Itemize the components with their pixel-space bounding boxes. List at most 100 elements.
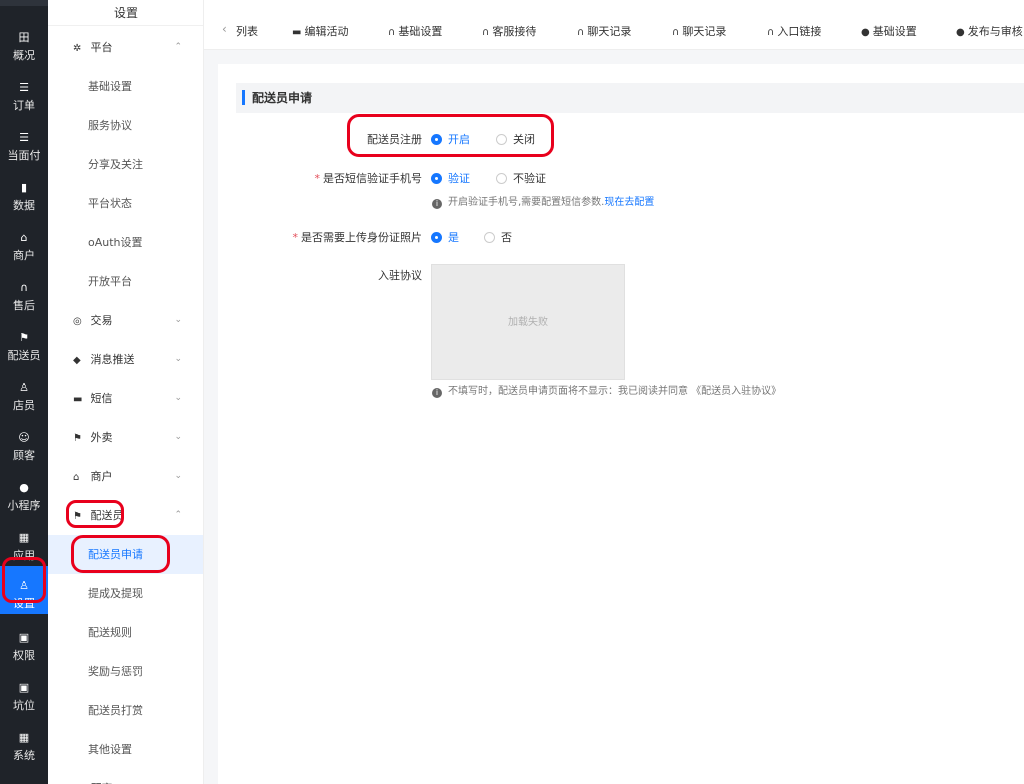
rail-item-slots[interactable]: ▣ 坑位 xyxy=(0,668,48,716)
trade-icon: ◎ xyxy=(73,316,82,327)
tab-basic-settings-2[interactable]: ● 基础设置 xyxy=(861,22,917,42)
wechat-icon: ● xyxy=(861,27,870,38)
rail-item-face-pay[interactable]: ☰ 当面付 xyxy=(0,118,48,166)
sidebar-item-label: 配送员 xyxy=(90,509,124,522)
sidebar-item-open-platform[interactable]: 开放平台 xyxy=(48,262,203,301)
sidebar-group-trade[interactable]: ◎ 交易 ⌄ xyxy=(48,301,203,340)
sidebar-group-platform[interactable]: ✲ 平台 ⌃ xyxy=(48,28,203,67)
headset-icon: ∩ xyxy=(482,27,490,38)
tab-label: 编辑活动 xyxy=(304,25,349,38)
sidebar-item-share-follow[interactable]: 分享及关注 xyxy=(48,145,203,184)
radio-label: 否 xyxy=(501,231,512,244)
sidebar-group-takeout[interactable]: ⚑ 外卖 ⌄ xyxy=(48,418,203,457)
sidebar-item-label: 配送员申请 xyxy=(88,548,143,561)
chevron-up-icon: ⌃ xyxy=(174,42,182,52)
tab-customer-service[interactable]: ∩ 客服接待 xyxy=(482,22,536,42)
sidebar-item-delivery-rules[interactable]: 配送规则 xyxy=(48,613,203,652)
sidebar-item-platform-status[interactable]: 平台状态 xyxy=(48,184,203,223)
tab-entry-link[interactable]: ∩ 入口链接 xyxy=(767,22,821,42)
section-title: 配送员申请 xyxy=(252,91,313,105)
rail-item-customer[interactable]: ☺ 顾客 xyxy=(0,418,48,466)
sidebar-group-customer[interactable]: ☺ 顾客 ⌄ xyxy=(48,769,203,784)
tab-publish-review[interactable]: ● 发布与审核 xyxy=(956,22,1023,42)
radio-sms-verify[interactable]: 验证 xyxy=(431,168,470,190)
sidebar-item-oauth[interactable]: oAuth设置 xyxy=(48,223,203,262)
section-header: 配送员申请 xyxy=(236,83,1024,113)
wechat-icon: ● xyxy=(956,27,965,38)
sidebar-item-basic-settings[interactable]: 基础设置 xyxy=(48,67,203,106)
sidebar-group-sms[interactable]: ▬ 短信 ⌄ xyxy=(48,379,203,418)
store-icon: ⌂ xyxy=(20,231,28,244)
radio-idcard-yes[interactable]: 是 xyxy=(431,227,459,249)
rail-item-after-sales[interactable]: ∩ 售后 xyxy=(0,268,48,316)
field-label: 配送员注册 xyxy=(367,133,422,146)
configure-now-link[interactable]: 现在去配置 xyxy=(604,197,654,208)
sidebar-item-service-agreement[interactable]: 服务协议 xyxy=(48,106,203,145)
rail-item-overview[interactable]: 田 概况 xyxy=(0,18,48,66)
sidebar-group-message-push[interactable]: ◆ 消息推送 ⌄ xyxy=(48,340,203,379)
card-icon: ▬ xyxy=(292,27,302,38)
tab-basic-settings[interactable]: ∩ 基础设置 xyxy=(388,22,442,42)
info-icon: i xyxy=(432,388,442,398)
tab-label: 基础设置 xyxy=(398,25,443,38)
chevron-down-icon: ⌄ xyxy=(174,393,182,403)
radio-register-on[interactable]: 开启 xyxy=(431,129,470,151)
rail-item-staff[interactable]: ♙ 店员 xyxy=(0,368,48,416)
sidebar-item-rewards-penalties[interactable]: 奖励与惩罚 xyxy=(48,652,203,691)
sidebar-item-label: 配送员打赏 xyxy=(88,704,143,717)
tab-label: 聊天记录 xyxy=(587,25,632,38)
rail-label: 系统 xyxy=(13,749,35,762)
rail-item-data[interactable]: ▮ 数据 xyxy=(0,168,48,216)
rail-item-merchant[interactable]: ⌂ 商户 xyxy=(0,218,48,266)
primary-nav-rail: 田 概况 ☰ 订单 ☰ 当面付 ▮ 数据 ⌂ 商户 ∩ 售后 ⚑ 配送员 ♙ 店 xyxy=(0,0,48,784)
tab-label: 客服接待 xyxy=(492,25,537,38)
rail-label: 坑位 xyxy=(13,699,35,712)
tab-edit-activity[interactable]: ▬ 编辑活动 xyxy=(292,22,348,42)
rail-item-permissions[interactable]: ▣ 权限 xyxy=(0,618,48,666)
rail-item-courier[interactable]: ⚑ 配送员 xyxy=(0,318,48,366)
gear-icon: ✲ xyxy=(73,43,82,54)
face-icon: ☺ xyxy=(73,770,87,784)
sidebar-item-label: 开放平台 xyxy=(88,275,132,288)
wechat-icon: ● xyxy=(19,481,29,494)
sidebar-item-courier-tips[interactable]: 配送员打赏 xyxy=(48,691,203,730)
sidebar-item-label: 基础设置 xyxy=(88,80,132,93)
sidebar-group-merchant[interactable]: ⌂ 商户 ⌄ xyxy=(48,457,203,496)
sidebar-item-label: 服务协议 xyxy=(88,119,132,132)
sidebar-item-commission-withdraw[interactable]: 提成及提现 xyxy=(48,574,203,613)
image-load-failed-text: 加载失败 xyxy=(508,317,548,328)
field-label-text: 是否短信验证手机号 xyxy=(323,172,422,185)
sidebar-item-label: 分享及关注 xyxy=(88,158,143,171)
rail-item-settings[interactable]: ♙ 设置 xyxy=(0,566,48,614)
radio-idcard-no[interactable]: 否 xyxy=(484,227,512,249)
tab-chat-history[interactable]: ∩ 聊天记录 xyxy=(577,22,631,42)
agreement-image-upload[interactable]: 加载失败 xyxy=(431,264,625,380)
apps-icon: ▦ xyxy=(18,531,30,544)
scroll-left-icon[interactable]: ‹ xyxy=(222,22,227,36)
tab-chat-history-2[interactable]: ∩ 聊天记录 xyxy=(672,22,726,42)
radio-label: 不验证 xyxy=(513,172,546,185)
lock-icon: ▣ xyxy=(18,631,30,644)
radio-sms-no-verify[interactable]: 不验证 xyxy=(496,168,546,190)
sidebar-item-label: 外卖 xyxy=(90,431,113,444)
radio-checked-icon xyxy=(431,134,442,145)
tab-label: 聊天记录 xyxy=(682,25,727,38)
tab-list[interactable]: 列表 xyxy=(236,22,258,42)
user-icon: ♙ xyxy=(19,381,29,394)
settings-sidebar: 设置 ✲ 平台 ⌃ 基础设置 服务协议 分享及关注 平台状态 oAuth设置 开… xyxy=(48,0,204,784)
radio-register-off[interactable]: 关闭 xyxy=(496,129,535,151)
radio-label: 验证 xyxy=(448,172,470,185)
sidebar-item-courier-application[interactable]: 配送员申请 xyxy=(48,535,203,574)
radio-label: 是 xyxy=(448,231,459,244)
sidebar-item-label: 短信 xyxy=(90,392,113,405)
tab-label: 列表 xyxy=(236,25,258,38)
rail-label: 应用 xyxy=(13,549,35,562)
rail-item-orders[interactable]: ☰ 订单 xyxy=(0,68,48,116)
sidebar-group-courier[interactable]: ⚑ 配送员 ⌃ xyxy=(48,496,203,535)
rail-item-system[interactable]: ▦ 系统 xyxy=(0,718,48,766)
rail-item-apps[interactable]: ▦ 应用 xyxy=(0,518,48,566)
rail-item-miniprogram[interactable]: ● 小程序 xyxy=(0,468,48,516)
sidebar-item-label: 平台 xyxy=(90,41,113,54)
sidebar-item-label: 平台状态 xyxy=(88,197,132,210)
sidebar-item-other-settings[interactable]: 其他设置 xyxy=(48,730,203,769)
